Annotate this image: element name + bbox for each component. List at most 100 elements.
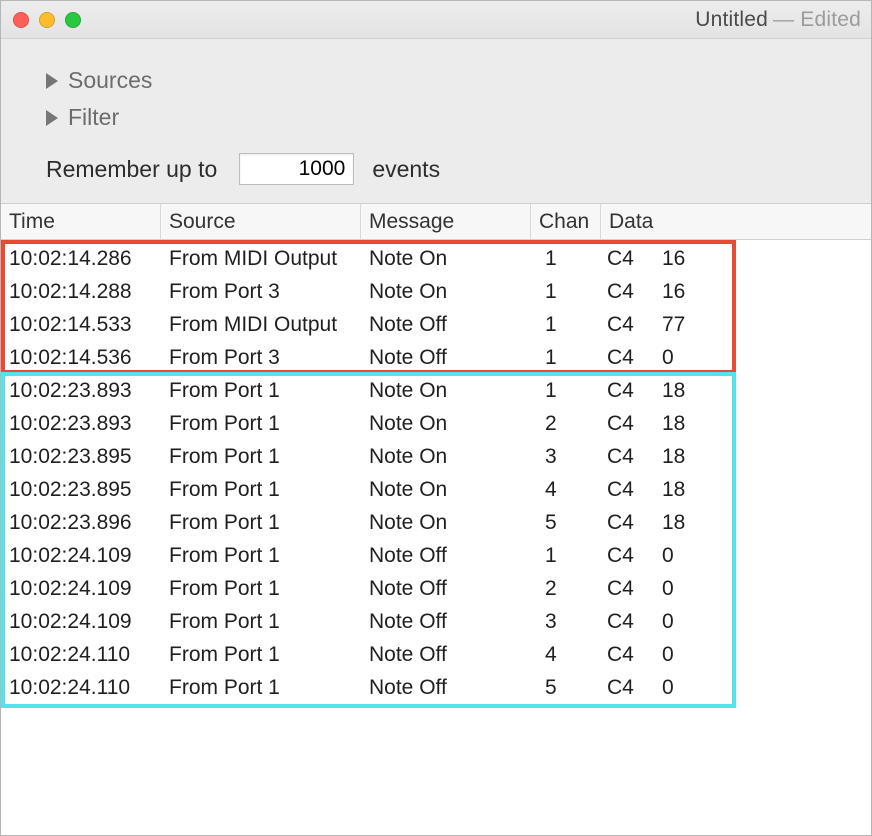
table-row[interactable]: 10:02:23.895From Port 1Note On3C418 [1,440,871,473]
cell-source: From Port 3 [165,280,365,304]
cell-time: 10:02:14.286 [5,247,165,271]
cell-chan: 4 [535,643,605,667]
cell-data2: 16 [660,247,715,271]
cell-time: 10:02:23.895 [5,478,165,502]
cell-time: 10:02:24.109 [5,544,165,568]
col-chan[interactable]: Chan [531,204,601,239]
cell-message: Note On [365,511,535,535]
filter-label: Filter [68,104,119,131]
cell-chan: 1 [535,346,605,370]
triangle-right-icon [46,73,58,89]
cell-message: Note Off [365,313,535,337]
cell-data2: 18 [660,445,715,469]
cell-data1: C4 [605,313,660,337]
table-header: Time Source Message Chan Data [1,204,871,240]
window-controls [13,12,81,28]
cell-message: Note On [365,379,535,403]
cell-source: From Port 1 [165,379,365,403]
cell-data2: 0 [660,544,715,568]
cell-data2: 77 [660,313,715,337]
cell-chan: 1 [535,313,605,337]
cell-source: From Port 1 [165,412,365,436]
cell-chan: 2 [535,577,605,601]
table-row[interactable]: 10:02:24.110From Port 1Note Off5C40 [1,671,871,704]
table-row[interactable]: 10:02:24.109From Port 1Note Off2C40 [1,572,871,605]
sources-disclosure[interactable]: Sources [46,67,841,94]
table-row[interactable]: 10:02:24.110From Port 1Note Off4C40 [1,638,871,671]
cell-data2: 0 [660,643,715,667]
cell-chan: 5 [535,676,605,700]
cell-time: 10:02:24.110 [5,643,165,667]
cell-source: From Port 3 [165,346,365,370]
cell-source: From Port 1 [165,478,365,502]
table-row[interactable]: 10:02:14.533From MIDI OutputNote Off1C47… [1,308,871,341]
cell-data2: 0 [660,346,715,370]
cell-time: 10:02:24.110 [5,676,165,700]
cell-data1: C4 [605,280,660,304]
window-title: Untitled — Edited [695,1,861,39]
cell-source: From Port 1 [165,511,365,535]
minimize-icon[interactable] [39,12,55,28]
col-source[interactable]: Source [161,204,361,239]
col-time[interactable]: Time [1,204,161,239]
cell-data1: C4 [605,643,660,667]
cell-time: 10:02:23.896 [5,511,165,535]
cell-time: 10:02:24.109 [5,610,165,634]
cell-message: Note On [365,412,535,436]
close-icon[interactable] [13,12,29,28]
cell-message: Note On [365,280,535,304]
cell-data1: C4 [605,610,660,634]
controls-panel: Sources Filter Remember up to events [1,39,871,204]
cell-data2: 18 [660,412,715,436]
table-row[interactable]: 10:02:23.893From Port 1Note On1C418 [1,374,871,407]
cell-time: 10:02:14.536 [5,346,165,370]
zoom-icon[interactable] [65,12,81,28]
cell-chan: 5 [535,511,605,535]
cell-chan: 1 [535,544,605,568]
cell-data2: 18 [660,478,715,502]
cell-data1: C4 [605,511,660,535]
table-row[interactable]: 10:02:14.536From Port 3Note Off1C40 [1,341,871,374]
cell-data1: C4 [605,346,660,370]
cell-time: 10:02:23.895 [5,445,165,469]
cell-chan: 3 [535,610,605,634]
remember-setting: Remember up to events [46,153,841,185]
col-message[interactable]: Message [361,204,531,239]
table-row[interactable]: 10:02:24.109From Port 1Note Off1C40 [1,539,871,572]
filter-disclosure[interactable]: Filter [46,104,841,131]
remember-events-input[interactable] [239,153,354,185]
cell-time: 10:02:14.533 [5,313,165,337]
cell-message: Note Off [365,610,535,634]
cell-chan: 1 [535,280,605,304]
cell-chan: 1 [535,247,605,271]
edited-indicator: — Edited [773,8,861,32]
cell-data2: 18 [660,511,715,535]
cell-data2: 0 [660,676,715,700]
cell-message: Note Off [365,346,535,370]
table-row[interactable]: 10:02:14.288From Port 3Note On1C416 [1,275,871,308]
cell-source: From Port 1 [165,676,365,700]
table-row[interactable]: 10:02:23.895From Port 1Note On4C418 [1,473,871,506]
cell-chan: 4 [535,478,605,502]
cell-source: From Port 1 [165,445,365,469]
col-data[interactable]: Data [601,204,721,239]
cell-message: Note Off [365,544,535,568]
remember-label-left: Remember up to [46,156,217,183]
cell-data1: C4 [605,676,660,700]
table-row[interactable]: 10:02:23.893From Port 1Note On2C418 [1,407,871,440]
table-row[interactable]: 10:02:24.109From Port 1Note Off3C40 [1,605,871,638]
table-row[interactable]: 10:02:14.286From MIDI OutputNote On1C416 [1,242,871,275]
cell-data1: C4 [605,478,660,502]
cell-time: 10:02:24.109 [5,577,165,601]
cell-time: 10:02:23.893 [5,412,165,436]
cell-message: Note Off [365,676,535,700]
titlebar[interactable]: Untitled — Edited [1,1,871,39]
cell-source: From Port 1 [165,610,365,634]
cell-data1: C4 [605,544,660,568]
title-text: Untitled [695,8,768,32]
cell-message: Note Off [365,577,535,601]
cell-data2: 0 [660,610,715,634]
cell-time: 10:02:14.288 [5,280,165,304]
table-row[interactable]: 10:02:23.896From Port 1Note On5C418 [1,506,871,539]
cell-chan: 2 [535,412,605,436]
